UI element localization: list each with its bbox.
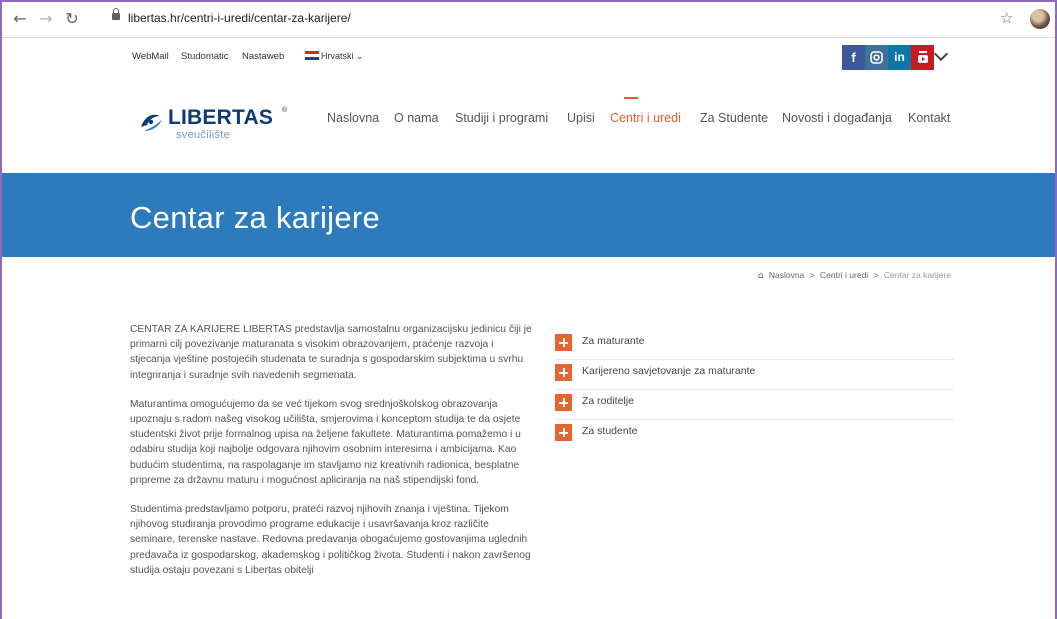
menu-centri-i-uredi[interactable]: Centri i uredi [610,111,681,125]
breadcrumb: ⌂ Naslovna > Centri i uredi > Centar za … [758,270,951,281]
back-icon[interactable]: ← [10,9,30,29]
browser-toolbar: ← → ↻ libertas.hr/centri-i-uredi/centar-… [0,0,1057,38]
plus-icon[interactable] [555,334,572,351]
menu-naslovna[interactable]: Naslovna [327,111,379,125]
menu-kontakt[interactable]: Kontakt [908,111,950,125]
active-menu-indicator [624,97,638,99]
content-paragraph: Maturantima omogućujemo da se već tijeko… [130,398,521,486]
forward-icon[interactable]: → [36,9,56,29]
logo-registered-mark: ® [282,107,288,114]
menu-novosti-i-dogadanja[interactable]: Novosti i događanja [782,111,892,125]
content-paragraph: CENTAR ZA KARIJERE LIBERTAS predstavlja … [130,324,532,381]
accordion-label[interactable]: Za studente [582,425,637,437]
home-icon[interactable]: ⌂ [758,271,764,281]
logo-title[interactable]: LIBERTAS [168,106,273,130]
menu-o-nama[interactable]: O nama [394,111,438,125]
libertas-logo-icon[interactable] [138,111,164,133]
main-content: CENTAR ZA KARIJERE LIBERTAS predstavlja … [130,322,536,592]
accordion-label[interactable]: Za roditelje [582,395,634,407]
nastaweb-link[interactable]: Nastaweb [242,51,284,62]
plus-icon[interactable] [555,424,572,441]
menu-studiji-i-programi[interactable]: Studiji i programi [455,111,548,125]
accordion-item-karijereno-savjetovanje[interactable]: Karijereno savjetovanje za maturante [555,360,954,390]
url-text[interactable]: libertas.hr/centri-i-uredi/centar-za-kar… [128,11,351,25]
youtube-icon[interactable] [911,45,934,70]
accordion-item-za-roditelje[interactable]: Za roditelje [555,390,954,420]
reload-icon[interactable]: ↻ [62,9,82,29]
breadcrumb-separator: > [873,270,879,280]
accordion-item-za-maturante[interactable]: Za maturante [555,330,954,360]
profile-avatar[interactable] [1030,9,1050,29]
top-utility-bar: WebMail Studomatic Nastaweb Hrvatski ⌄ f… [0,38,1057,77]
language-selector[interactable]: Hrvatski ⌄ [321,51,364,62]
address-bar[interactable]: libertas.hr/centri-i-uredi/centar-za-kar… [98,5,1023,33]
linkedin-icon[interactable]: in [888,45,911,70]
lock-icon [112,8,120,20]
breadcrumb-naslovna[interactable]: Naslovna [769,270,804,280]
chevron-down-icon[interactable] [933,46,949,62]
site-header: LIBERTAS ® sveučilište Naslovna O nama S… [0,77,1057,173]
accordion-label[interactable]: Za maturante [582,335,644,347]
bookmark-star-icon[interactable]: ☆ [1000,9,1013,27]
accordion-item-za-studente[interactable]: Za studente [555,420,954,450]
menu-za-studente[interactable]: Za Studente [700,111,768,125]
logo-subtitle: sveučilište [176,129,231,141]
breadcrumb-centri-i-uredi[interactable]: Centri i uredi [820,270,868,280]
webmail-link[interactable]: WebMail [132,51,169,62]
facebook-icon[interactable]: f [842,45,865,70]
breadcrumb-current: Centar za karijere [883,270,951,280]
instagram-icon[interactable] [865,45,888,70]
breadcrumb-separator: > [809,270,815,280]
page-banner: Centar za karijere [0,173,1057,257]
plus-icon[interactable] [555,394,572,411]
plus-icon[interactable] [555,364,572,381]
accordion-list: Za maturante Karijereno savjetovanje za … [555,330,954,450]
studomatic-link[interactable]: Studomatic [181,51,229,62]
accordion-label[interactable]: Karijereno savjetovanje za maturante [582,365,755,377]
page-title: Centar za karijere [130,200,381,235]
content-paragraph: Studentima predstavljamo potporu, prateć… [130,504,531,576]
croatian-flag-icon [305,51,319,60]
menu-upisi[interactable]: Upisi [567,111,595,125]
